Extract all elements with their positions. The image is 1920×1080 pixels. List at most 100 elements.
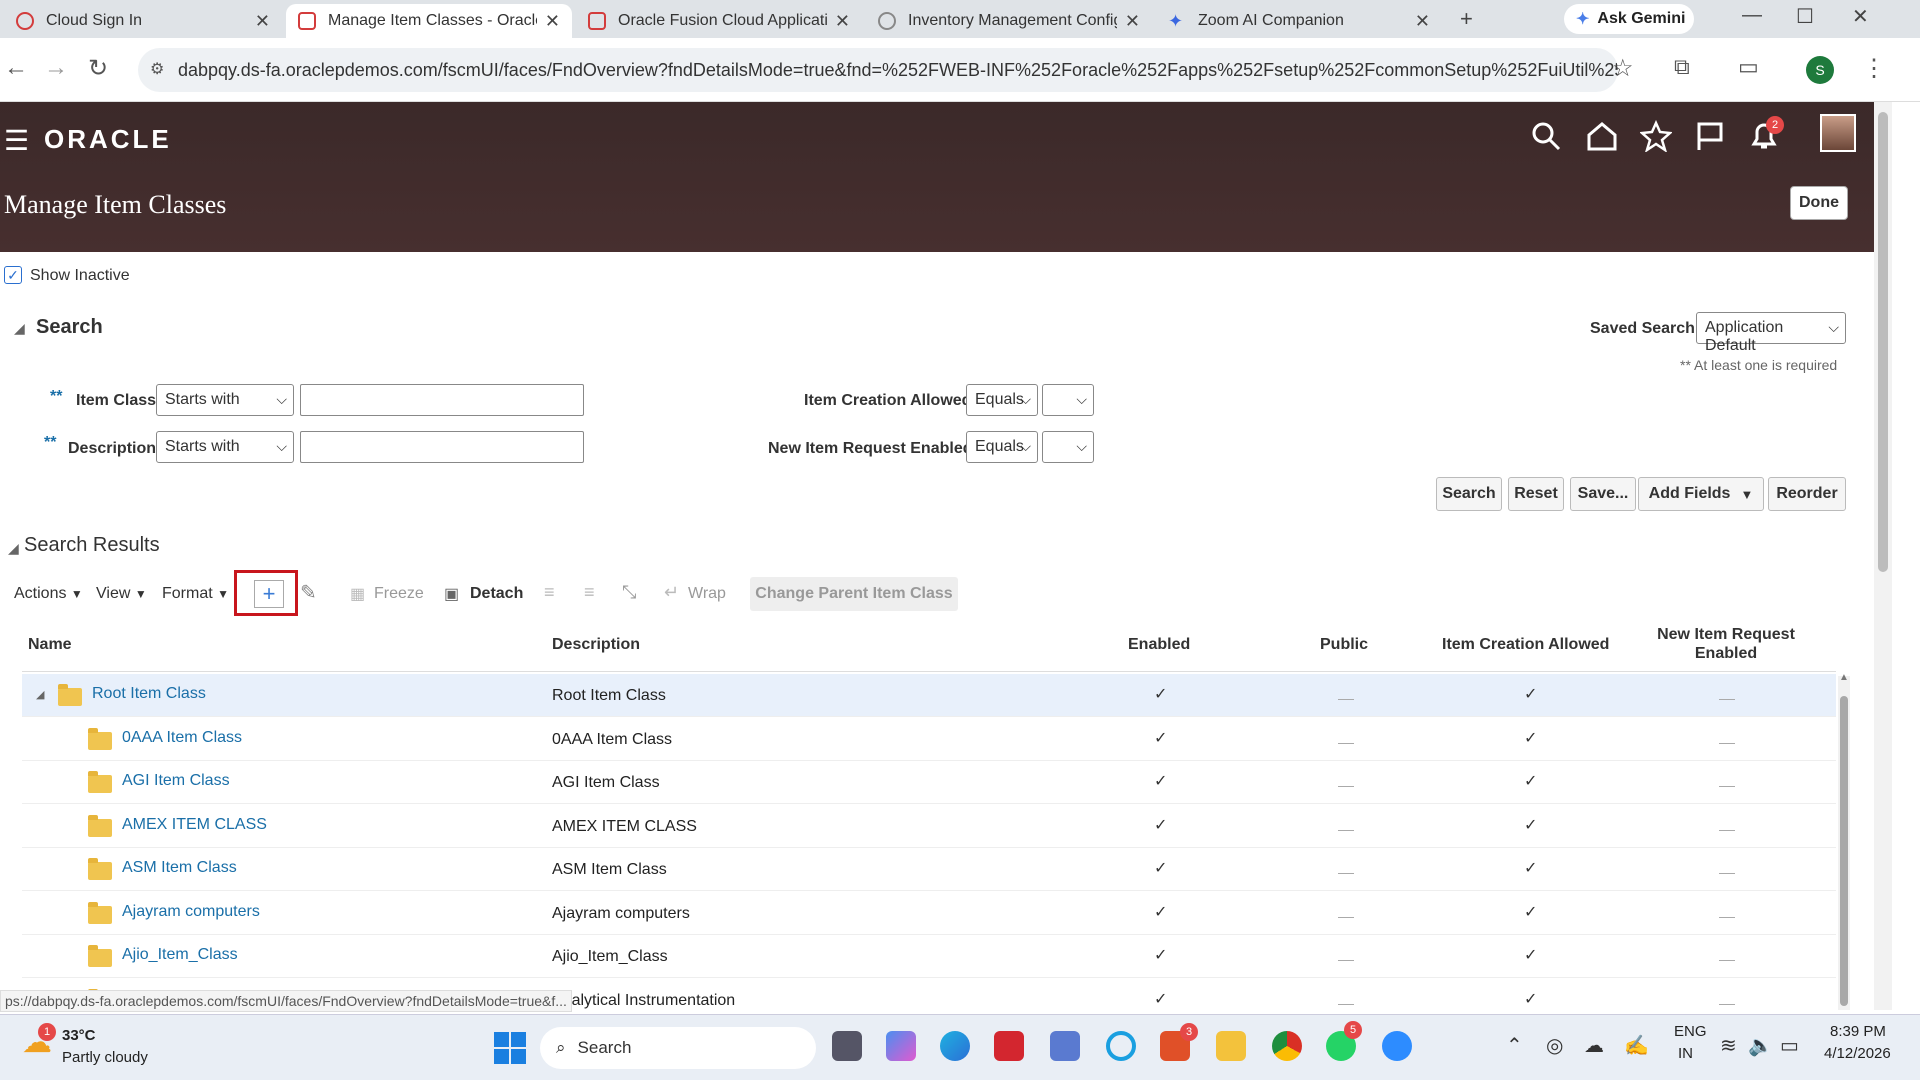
item-creation-value-select[interactable]: ⌵	[1042, 384, 1094, 416]
user-avatar[interactable]	[1820, 114, 1856, 152]
table-row[interactable]: AMEX ITEM CLASS AMEX ITEM CLASS ✓ ✓	[22, 805, 1836, 848]
column-new-item-request[interactable]: New Item Request	[1656, 626, 1796, 644]
forward-icon[interactable]: →	[44, 54, 68, 82]
view-menu[interactable]: View ▼	[96, 585, 147, 603]
battery-icon[interactable]: ▭	[1780, 1033, 1799, 1058]
reset-button[interactable]: Reset	[1508, 477, 1564, 511]
format-menu[interactable]: Format ▼	[162, 585, 229, 603]
scroll-thumb[interactable]	[1878, 112, 1888, 572]
clock-time[interactable]: 8:39 PM	[1830, 1023, 1886, 1040]
item-creation-operator-select[interactable]: Equals ⌵	[966, 384, 1038, 416]
table-vertical-scrollbar[interactable]: ▲	[1838, 672, 1850, 1010]
new-item-operator-select[interactable]: Equals ⌵	[966, 431, 1038, 463]
reload-icon[interactable]: ↻	[88, 54, 108, 83]
item-class-link[interactable]: Root Item Class	[92, 685, 206, 703]
edit-pencil-icon[interactable]: ✎	[300, 580, 317, 605]
table-row[interactable]: ASM Item Class ASM Item Class ✓ ✓	[22, 848, 1836, 891]
table-row[interactable]: AGI Item Class AGI Item Class ✓ ✓	[22, 761, 1836, 804]
collapse-tree-icon[interactable]: ◢	[36, 688, 44, 701]
wrap-button[interactable]: Wrap	[688, 585, 726, 603]
table-row[interactable]: Ajayram computers Ajayram computers ✓ ✓	[22, 892, 1836, 935]
browser-menu-icon[interactable]: ⋮	[1862, 54, 1886, 83]
item-class-link[interactable]: Ajio_Item_Class	[122, 946, 238, 964]
item-class-input[interactable]	[300, 384, 584, 416]
camera-status-icon[interactable]: ◎	[1546, 1033, 1563, 1058]
region-label[interactable]: IN	[1678, 1045, 1693, 1062]
actions-menu[interactable]: Actions ▼	[14, 585, 83, 603]
column-description[interactable]: Description	[552, 636, 640, 654]
store-icon[interactable]	[1050, 1031, 1080, 1061]
tab-manage-item-classes[interactable]: Manage Item Classes - Oracle ✕	[286, 4, 572, 38]
language-label[interactable]: ENG	[1674, 1023, 1707, 1040]
change-parent-button[interactable]: Change Parent Item Class	[750, 577, 958, 611]
window-close-icon[interactable]: ✕	[1852, 4, 1869, 29]
file-explorer-icon[interactable]	[1216, 1031, 1246, 1061]
item-class-link[interactable]: AGI Item Class	[122, 772, 230, 790]
cast-icon[interactable]: ▭	[1738, 54, 1759, 80]
url-field[interactable]: ⚙ dabpqy.ds-fa.oraclepdemos.com/fscmUI/f…	[138, 48, 1618, 92]
column-name[interactable]: Name	[28, 636, 72, 654]
add-row-icon[interactable]: +	[254, 580, 284, 608]
minimize-icon[interactable]: —	[1742, 4, 1762, 27]
column-item-creation-allowed[interactable]: Item Creation Allowed	[1442, 636, 1609, 654]
description-input[interactable]	[300, 431, 584, 463]
mcafee-icon[interactable]	[994, 1031, 1024, 1061]
task-view-icon[interactable]	[832, 1031, 862, 1061]
item-class-link[interactable]: 0AAA Item Class	[122, 729, 242, 747]
zoom-icon[interactable]	[1382, 1031, 1412, 1061]
tab-inventory-config[interactable]: Inventory Management Config ✕	[866, 4, 1152, 38]
bookmark-star-icon[interactable]: ☆	[1612, 54, 1634, 83]
onedrive-icon[interactable]: ☁	[1584, 1033, 1604, 1058]
reorder-button[interactable]: Reorder	[1768, 477, 1846, 511]
column-public[interactable]: Public	[1320, 636, 1368, 654]
item-class-link[interactable]: ASM Item Class	[122, 859, 237, 877]
item-class-link[interactable]: Ajayram computers	[122, 903, 260, 921]
alexa-icon[interactable]	[1106, 1031, 1136, 1061]
save-search-button[interactable]: Save...	[1570, 477, 1636, 511]
wifi-icon[interactable]: ≋	[1720, 1033, 1737, 1058]
table-row[interactable]: ◢ Root Item Class Root Item Class ✓ ✓	[22, 674, 1836, 717]
profile-avatar[interactable]: S	[1806, 56, 1834, 84]
close-icon[interactable]: ✕	[545, 11, 560, 32]
done-button[interactable]: Done	[1790, 186, 1848, 220]
volume-icon[interactable]: 🔈	[1748, 1033, 1773, 1058]
column-new-item-request-enabled[interactable]: Enabled	[1656, 645, 1796, 663]
close-icon[interactable]: ✕	[1415, 11, 1430, 32]
description-operator-select[interactable]: Starts with ⌵	[156, 431, 294, 463]
column-enabled[interactable]: Enabled	[1128, 636, 1190, 654]
saved-search-select[interactable]: Application Default ⌵	[1696, 312, 1846, 354]
pen-input-icon[interactable]: ✍	[1624, 1033, 1649, 1058]
close-icon[interactable]: ✕	[835, 11, 850, 32]
tab-oracle-fusion[interactable]: Oracle Fusion Cloud Applicatio ✕	[576, 4, 862, 38]
extensions-icon[interactable]: ⧉	[1674, 54, 1690, 80]
item-class-operator-select[interactable]: Starts with ⌵	[156, 384, 294, 416]
flag-icon[interactable]	[1694, 120, 1726, 152]
collapse-results-icon[interactable]: ◢	[8, 540, 19, 557]
site-settings-icon[interactable]: ⚙	[150, 59, 164, 79]
home-icon[interactable]	[1586, 120, 1618, 152]
hamburger-menu-icon[interactable]: ☰	[4, 124, 29, 157]
oracle-logo[interactable]: ORACLE	[44, 124, 172, 155]
back-icon[interactable]: ←	[4, 54, 28, 82]
collapse-search-icon[interactable]: ◢	[14, 320, 25, 337]
tab-cloud-sign-in[interactable]: Cloud Sign In ✕	[4, 4, 282, 38]
table-row[interactable]: Ajio_Item_Class Ajio_Item_Class ✓ ✓	[22, 935, 1836, 978]
taskbar-search-box[interactable]: ⌕ Search	[540, 1027, 816, 1069]
table-row[interactable]: 0AAA Item Class 0AAA Item Class ✓ ✓	[22, 718, 1836, 761]
clock-date[interactable]: 4/12/2026	[1824, 1045, 1891, 1062]
show-inactive-checkbox[interactable]: ✓	[4, 266, 22, 284]
scroll-up-icon[interactable]: ▲	[1839, 672, 1849, 683]
search-icon[interactable]	[1530, 120, 1562, 152]
table-scroll-thumb[interactable]	[1840, 696, 1848, 1006]
tab-zoom-ai[interactable]: ✦ Zoom AI Companion ✕	[1156, 4, 1442, 38]
new-item-value-select[interactable]: ⌵	[1042, 431, 1094, 463]
ask-gemini-button[interactable]: ✦ Ask Gemini	[1564, 4, 1694, 34]
chrome-icon[interactable]	[1272, 1031, 1302, 1061]
show-hidden-icons-chevron-icon[interactable]: ⌃	[1506, 1033, 1523, 1058]
close-icon[interactable]: ✕	[1125, 11, 1140, 32]
copilot-icon[interactable]	[886, 1031, 916, 1061]
page-vertical-scrollbar[interactable]	[1874, 102, 1892, 1010]
favorites-star-icon[interactable]	[1640, 120, 1672, 152]
edge-icon[interactable]	[940, 1031, 970, 1061]
detach-button[interactable]: Detach	[470, 585, 523, 603]
